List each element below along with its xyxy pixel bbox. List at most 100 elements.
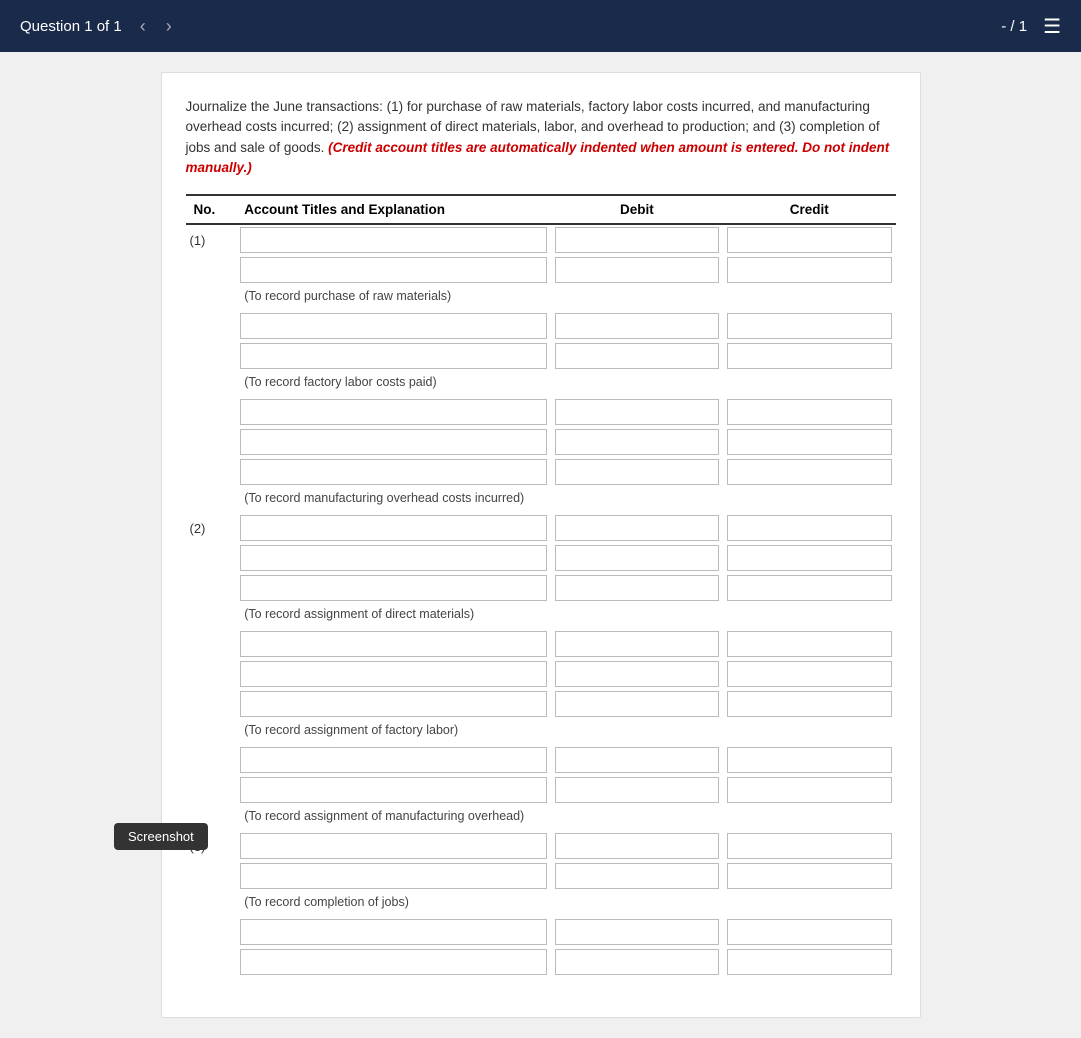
credit-input-4[interactable] [727, 399, 891, 425]
entry-note: (To record purchase of raw materials) [236, 285, 895, 311]
entry-note: (To record assignment of direct material… [236, 603, 895, 629]
debit-input-7[interactable] [555, 515, 719, 541]
debit-input-8[interactable] [555, 545, 719, 571]
page-count: - / 1 [1001, 18, 1027, 35]
credit-input-18[interactable] [727, 949, 891, 975]
top-bar: Question 1 of 1 ‹ › - / 1 ☰ [0, 0, 1081, 52]
debit-input-6[interactable] [555, 459, 719, 485]
account-input-17[interactable] [240, 919, 546, 945]
debit-input-4[interactable] [555, 399, 719, 425]
account-input-13[interactable] [240, 747, 546, 773]
debit-input-5[interactable] [555, 429, 719, 455]
question-card: Journalize the June transactions: (1) fo… [161, 72, 921, 1018]
table-row: (2) [186, 513, 896, 543]
table-row [186, 629, 896, 659]
table-row [186, 745, 896, 775]
credit-input-14[interactable] [727, 777, 891, 803]
list-button[interactable]: ☰ [1043, 14, 1061, 39]
credit-input-15[interactable] [727, 833, 891, 859]
credit-input-13[interactable] [727, 747, 891, 773]
account-input-1[interactable] [240, 257, 546, 283]
entry-note: (To record manufacturing overhead costs … [236, 487, 895, 513]
screenshot-tooltip: Screenshot [114, 823, 208, 850]
debit-input-15[interactable] [555, 833, 719, 859]
note-row: (To record completion of jobs) [186, 891, 896, 917]
credit-input-0[interactable] [727, 227, 891, 253]
question-nav: Question 1 of 1 ‹ › [20, 14, 178, 39]
note-row: (To record assignment of manufacturing o… [186, 805, 896, 831]
header-credit: Credit [723, 195, 895, 224]
debit-input-18[interactable] [555, 949, 719, 975]
top-bar-right: - / 1 ☰ [1001, 14, 1061, 39]
table-row [186, 573, 896, 603]
entry-note: (To record assignment of factory labor) [236, 719, 895, 745]
debit-input-17[interactable] [555, 919, 719, 945]
note-row: (To record purchase of raw materials) [186, 285, 896, 311]
table-row [186, 457, 896, 487]
credit-input-8[interactable] [727, 545, 891, 571]
table-row [186, 775, 896, 805]
credit-input-11[interactable] [727, 661, 891, 687]
debit-input-0[interactable] [555, 227, 719, 253]
account-input-0[interactable] [240, 227, 546, 253]
debit-input-13[interactable] [555, 747, 719, 773]
account-input-2[interactable] [240, 313, 546, 339]
debit-input-2[interactable] [555, 313, 719, 339]
account-input-12[interactable] [240, 691, 546, 717]
table-row [186, 861, 896, 891]
table-row: (1) [186, 224, 896, 255]
credit-input-9[interactable] [727, 575, 891, 601]
debit-input-1[interactable] [555, 257, 719, 283]
account-input-10[interactable] [240, 631, 546, 657]
credit-input-16[interactable] [727, 863, 891, 889]
next-button[interactable]: › [160, 14, 178, 39]
credit-input-6[interactable] [727, 459, 891, 485]
debit-input-10[interactable] [555, 631, 719, 657]
table-row [186, 689, 896, 719]
credit-input-17[interactable] [727, 919, 891, 945]
credit-input-2[interactable] [727, 313, 891, 339]
account-input-5[interactable] [240, 429, 546, 455]
credit-input-12[interactable] [727, 691, 891, 717]
header-account: Account Titles and Explanation [236, 195, 550, 224]
account-input-7[interactable] [240, 515, 546, 541]
account-input-6[interactable] [240, 459, 546, 485]
account-input-4[interactable] [240, 399, 546, 425]
account-input-9[interactable] [240, 575, 546, 601]
debit-input-3[interactable] [555, 343, 719, 369]
account-input-3[interactable] [240, 343, 546, 369]
account-input-16[interactable] [240, 863, 546, 889]
prev-button[interactable]: ‹ [134, 14, 152, 39]
credit-input-1[interactable] [727, 257, 891, 283]
debit-input-14[interactable] [555, 777, 719, 803]
table-row [186, 397, 896, 427]
instructions: Journalize the June transactions: (1) fo… [186, 97, 896, 178]
table-row: (3) [186, 831, 896, 861]
debit-input-12[interactable] [555, 691, 719, 717]
nav-buttons: ‹ › [134, 14, 178, 39]
debit-input-11[interactable] [555, 661, 719, 687]
section-label: (1) [186, 224, 237, 255]
table-row [186, 255, 896, 285]
credit-input-7[interactable] [727, 515, 891, 541]
credit-input-10[interactable] [727, 631, 891, 657]
table-row [186, 917, 896, 947]
note-row: (To record factory labor costs paid) [186, 371, 896, 397]
entry-note: (To record completion of jobs) [236, 891, 895, 917]
table-row [186, 311, 896, 341]
account-input-18[interactable] [240, 949, 546, 975]
credit-input-5[interactable] [727, 429, 891, 455]
note-row: (To record assignment of factory labor) [186, 719, 896, 745]
table-row [186, 659, 896, 689]
account-input-14[interactable] [240, 777, 546, 803]
debit-input-16[interactable] [555, 863, 719, 889]
table-row [186, 341, 896, 371]
account-input-15[interactable] [240, 833, 546, 859]
debit-input-9[interactable] [555, 575, 719, 601]
account-input-8[interactable] [240, 545, 546, 571]
note-row: (To record manufacturing overhead costs … [186, 487, 896, 513]
question-label: Question 1 of 1 [20, 18, 122, 35]
table-row [186, 947, 896, 977]
credit-input-3[interactable] [727, 343, 891, 369]
account-input-11[interactable] [240, 661, 546, 687]
